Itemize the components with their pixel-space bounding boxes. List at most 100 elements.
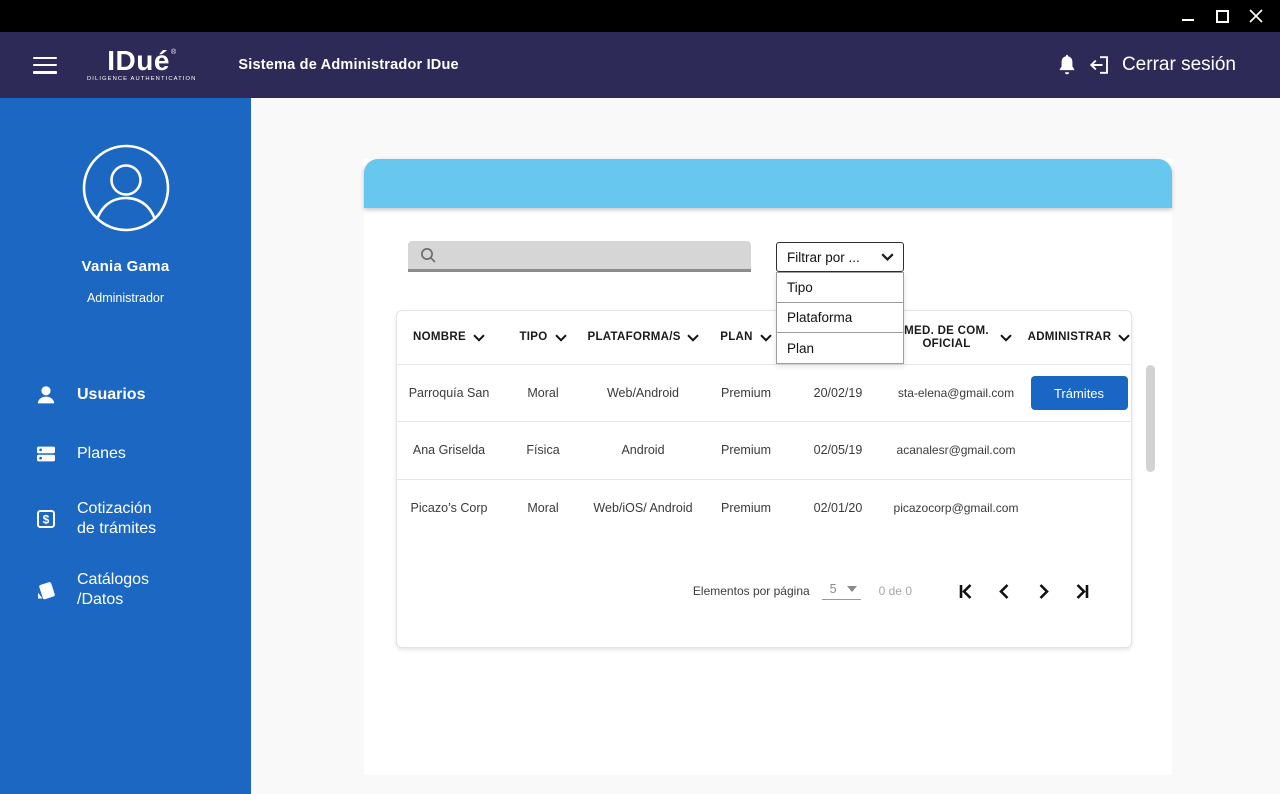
main-panel: Filtrar por ... Tipo Plataforma Plan NOMBR… xyxy=(364,159,1172,775)
cell-date: 02/01/20 xyxy=(813,500,863,515)
bell-icon[interactable] xyxy=(1057,54,1077,76)
user-name: Vania Gama xyxy=(81,258,170,275)
search-input[interactable] xyxy=(445,241,751,269)
table-header-row: NOMBRE TIPO PLATAFORMA/S PLAN MED. DE COM. O… xyxy=(397,311,1131,364)
last-page-button[interactable] xyxy=(1071,580,1093,602)
pagination-bar: Elementos por página 5 0 de 0 xyxy=(397,535,1131,647)
sidebar: Vania Gama Administrador Usuarios Planes $… xyxy=(0,98,251,794)
cell-plan: Premium xyxy=(720,443,771,458)
close-button[interactable] xyxy=(1248,8,1264,24)
sidebar-item-catalogos[interactable]: Catálogos/Datos xyxy=(0,570,251,610)
window-titlebar xyxy=(0,0,1280,32)
sidebar-item-label: Catálogos/Datos xyxy=(77,571,150,608)
cell-email: picazocorp@gmail.com xyxy=(893,500,1019,515)
cell-plan: Premium xyxy=(720,386,771,401)
column-header-plataforma-s[interactable]: PLATAFORMA/S xyxy=(585,331,701,344)
filter-option-plan[interactable]: Plan xyxy=(777,333,903,363)
last-page-icon xyxy=(1076,583,1088,599)
cell-name: Picazo’s Corp xyxy=(410,500,488,515)
page-size-value: 5 xyxy=(829,582,837,596)
page-title: Sistema de Administrador IDue xyxy=(238,57,459,73)
sidebar-item-label: Usuarios xyxy=(77,386,146,403)
logo-tagline: DILIGENCE AUTHENTICATION xyxy=(87,76,197,83)
chevron-left-icon xyxy=(998,583,1008,599)
sidebar-item-cotizacion[interactable]: $ Cotización de trámites xyxy=(0,499,251,539)
minimize-button[interactable] xyxy=(1180,8,1196,24)
quote-icon: $ xyxy=(35,508,57,530)
cell-type: Física xyxy=(526,443,560,458)
column-header-label: MED. DE COM. OFICIAL xyxy=(904,324,989,350)
user-icon xyxy=(35,384,57,406)
tramites-button[interactable]: Trámites xyxy=(1030,376,1128,411)
app-logo: IDué ® DILIGENCE AUTHENTICATION xyxy=(87,47,196,83)
cell-name: Ana Griselda xyxy=(412,443,486,458)
catalog-icon xyxy=(35,579,57,601)
cell-type: Moral xyxy=(527,386,559,401)
avatar xyxy=(82,144,169,232)
column-header-nombre[interactable]: NOMBRE xyxy=(397,331,501,344)
sidebar-item-planes[interactable]: Planes xyxy=(0,440,251,468)
items-per-page-label: Elementos por página xyxy=(692,584,810,598)
sort-chevron-icon xyxy=(760,333,772,342)
filter-options-list: Tipo Plataforma Plan xyxy=(776,272,904,364)
sidebar-item-usuarios[interactable]: Usuarios xyxy=(0,381,251,409)
menu-icon[interactable] xyxy=(33,56,57,74)
page-range-label: 0 de 0 xyxy=(878,584,912,598)
previous-page-button[interactable] xyxy=(993,580,1015,602)
cell-date: 20/02/19 xyxy=(813,386,863,401)
column-header-label: PLAN xyxy=(720,331,753,343)
table-row: Ana Griselda Física Android Premium 02/05/19… xyxy=(397,421,1131,478)
sort-chevron-icon xyxy=(473,333,485,342)
svg-text:$: $ xyxy=(43,512,50,526)
column-header-label: PLATAFORMA/S xyxy=(587,331,681,343)
column-header-label: NOMBRE xyxy=(413,331,466,343)
table-scrollbar[interactable] xyxy=(1146,365,1155,472)
chevron-down-icon xyxy=(881,253,894,261)
logout-icon[interactable] xyxy=(1088,54,1111,76)
filter-option-plataforma[interactable]: Plataforma xyxy=(777,303,903,333)
sidebar-item-label: Planes xyxy=(77,445,126,462)
banner-bar xyxy=(364,159,1172,208)
chevron-right-icon xyxy=(1039,583,1049,599)
logo-text: IDué xyxy=(107,45,170,77)
cell-email: acanalesr@gmail.com xyxy=(896,443,1016,458)
filter-dropdown-label: Filtrar por ... xyxy=(787,249,860,265)
table-row: Parroquía San Moral Web/Android Premium 20/0… xyxy=(397,364,1131,421)
filter-dropdown[interactable]: Filtrar por ... xyxy=(776,242,904,272)
user-role: Administrador xyxy=(86,291,165,305)
close-icon xyxy=(1249,9,1263,23)
users-table: NOMBRE TIPO PLATAFORMA/S PLAN MED. DE COM. O… xyxy=(396,310,1132,648)
page-size-select[interactable]: 5 xyxy=(821,582,861,600)
minimize-icon xyxy=(1182,19,1194,21)
column-header-tipo[interactable]: TIPO xyxy=(501,331,585,344)
table-row: Picazo’s Corp Moral Web/iOS/ Android Premiu… xyxy=(397,478,1131,536)
page-size-dropdown-icon xyxy=(846,586,857,592)
logo-registered-mark: ® xyxy=(170,49,177,57)
cell-plan: Premium xyxy=(720,500,771,515)
content-area: Filtrar por ... Tipo Plataforma Plan NOMBR… xyxy=(251,98,1280,794)
filter-option-tipo[interactable]: Tipo xyxy=(777,273,903,303)
maximize-button[interactable] xyxy=(1214,8,1230,24)
cell-platform: Web/iOS/ Android xyxy=(593,500,693,515)
app-header: IDué ® DILIGENCE AUTHENTICATION Sistema … xyxy=(0,32,1280,98)
cell-platform: Web/Android xyxy=(606,386,680,401)
cell-type: Moral xyxy=(527,500,559,515)
plans-icon xyxy=(35,443,57,465)
column-header-administrar[interactable]: ADMINISTRAR xyxy=(1027,331,1131,344)
sort-chevron-icon xyxy=(999,333,1012,342)
logout-button[interactable]: Cerrar sesión xyxy=(1122,54,1236,76)
maximize-icon xyxy=(1215,9,1229,23)
column-header-med-de-com-oficial[interactable]: MED. DE COM. OFICIAL xyxy=(885,325,1027,351)
cell-email: sta-elena@gmail.com xyxy=(897,386,1015,401)
next-page-button[interactable] xyxy=(1032,580,1054,602)
search-box xyxy=(408,241,751,272)
column-header-label: TIPO xyxy=(519,331,548,343)
sort-chevron-icon xyxy=(554,333,567,342)
sidebar-item-label: Cotización de trámites xyxy=(77,500,157,537)
search-icon xyxy=(421,247,436,263)
cell-name: Parroquía San xyxy=(408,386,490,401)
cell-platform: Android xyxy=(621,443,665,458)
first-page-button[interactable] xyxy=(954,580,976,602)
sort-chevron-icon xyxy=(686,333,699,342)
sort-chevron-icon xyxy=(1118,333,1131,342)
